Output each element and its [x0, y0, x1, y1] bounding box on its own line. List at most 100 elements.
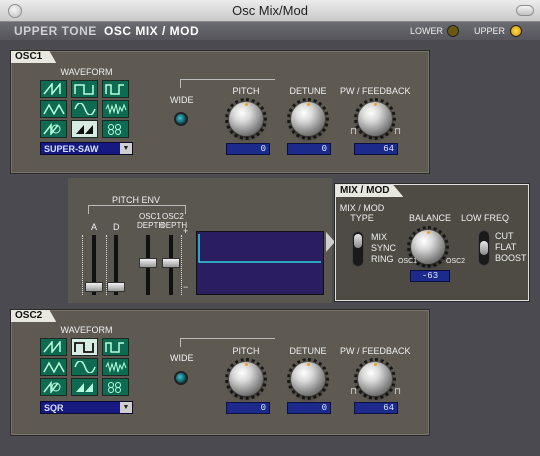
pulse-narrow-icon: ⊓: [350, 387, 358, 397]
osc2-wave-pcm[interactable]: [102, 378, 129, 396]
lowfreq-label: LOW FREQ: [460, 213, 509, 223]
plus-label: +: [183, 226, 189, 236]
osc2-pitch-knob[interactable]: [229, 362, 263, 396]
osc2-pw-label: PW / FEEDBACK: [340, 346, 411, 356]
type-sync: SYNC: [371, 243, 397, 253]
osc2-detune-label: DETUNE: [289, 346, 327, 356]
osc1-wide-label: WIDE: [170, 95, 194, 105]
osc2-pw-knob[interactable]: [358, 362, 392, 396]
osc2-waveform-value: SQR: [44, 403, 64, 413]
osc1-waveform-grid: [40, 80, 131, 138]
osc2-pitch-label: PITCH: [232, 346, 260, 356]
osc1-pw-value: 64: [354, 143, 398, 155]
osc2-wide-led[interactable]: [174, 371, 188, 385]
feedback-osc-icon: [43, 381, 61, 393]
osc1-pitch-knob[interactable]: [229, 102, 263, 136]
upper-select-led[interactable]: [510, 25, 522, 37]
lower-select-led[interactable]: [447, 25, 459, 37]
a-fader[interactable]: [85, 282, 103, 292]
mixmod-tab: MIX / MOD: [336, 185, 404, 197]
saw-wave-icon: [43, 83, 61, 95]
osc2-wave-feedback[interactable]: [40, 378, 67, 396]
osc2-detune-knob[interactable]: [291, 362, 325, 396]
pulse-wide-icon: ⊓: [394, 387, 402, 397]
osc1-wide-led[interactable]: [174, 112, 188, 126]
pulse-wave-icon: [105, 342, 124, 353]
osc2-wave-pulse[interactable]: [102, 338, 129, 356]
lowfreq-switch[interactable]: [478, 230, 490, 266]
mixmod-type-label-1: MIX / MOD: [339, 203, 385, 213]
tone-label: UPPER TONE: [14, 24, 97, 38]
osc2-detune-value: 0: [287, 402, 331, 414]
osc1-wave-saw[interactable]: [40, 80, 67, 98]
noise-wave-icon: [105, 103, 127, 115]
osc2-tab: OSC2: [11, 310, 57, 322]
balance-value: -63: [410, 270, 450, 282]
balance-max-label: OSC2: [446, 258, 466, 265]
osc2-waveform-grid: [40, 338, 131, 396]
upper-label: UPPER: [474, 26, 506, 36]
osc1-wave-pcm[interactable]: [102, 120, 129, 138]
osc1-pitch-label: PITCH: [232, 86, 260, 96]
chevron-down-icon: ▼: [120, 402, 132, 413]
sine-wave-icon: [74, 103, 96, 115]
osc2-wave-sine[interactable]: [71, 358, 98, 376]
depth-scale: [181, 235, 183, 295]
osc1-depth-label-a: OSC1: [139, 212, 161, 221]
pitch-env-display: [196, 231, 324, 295]
osc2-wave-square[interactable]: [71, 338, 98, 356]
pitch-env-d-label: D: [113, 222, 120, 232]
osc2-wave-saw[interactable]: [40, 338, 67, 356]
lowfreq-boost: BOOST: [495, 253, 527, 263]
osc2-depth-fader[interactable]: [162, 258, 180, 268]
lowfreq-cut: CUT: [495, 231, 514, 241]
a-scale: [82, 235, 84, 295]
window-title: Osc Mix/Mod: [232, 3, 308, 18]
pcm-icon: [108, 124, 121, 135]
osc1-pitch-value: 0: [226, 143, 270, 155]
triangle-wave-icon: [43, 361, 65, 373]
osc1-wave-sine[interactable]: [71, 100, 98, 118]
osc2-wave-noise[interactable]: [102, 358, 129, 376]
osc2-pw-value: 64: [354, 402, 398, 414]
osc1-waveform-dropdown[interactable]: SUPER-SAW ▼: [40, 142, 133, 155]
balance-min-label: OSC1: [398, 258, 418, 265]
osc1-wave-square[interactable]: [71, 80, 98, 98]
osc2-wave-triangle[interactable]: [40, 358, 67, 376]
osc1-wave-super-saw[interactable]: [71, 120, 98, 138]
square-wave-icon: [74, 342, 94, 353]
osc1-pw-label: PW / FEEDBACK: [340, 86, 411, 96]
balance-label: BALANCE: [408, 213, 452, 223]
osc1-pw-knob[interactable]: [358, 102, 392, 136]
pcm-icon: [108, 382, 121, 393]
lowfreq-flat: FLAT: [495, 242, 517, 252]
type-mix: MIX: [371, 232, 388, 242]
d-fader[interactable]: [107, 282, 125, 292]
osc1-tab: OSC1: [11, 51, 57, 63]
osc2-pitch-value: 0: [226, 402, 270, 414]
osc1-wave-pulse[interactable]: [102, 80, 129, 98]
square-wave-icon: [74, 84, 94, 95]
osc1-wave-feedback[interactable]: [40, 120, 67, 138]
osc1-depth-fader[interactable]: [139, 258, 157, 268]
osc1-wave-noise[interactable]: [102, 100, 129, 118]
page-title: OSC MIX / MOD: [104, 24, 200, 38]
type-ring: RING: [371, 254, 394, 264]
noise-wave-icon: [105, 361, 127, 373]
mixmod-type-switch[interactable]: [352, 231, 364, 267]
pulse-wave-icon: [105, 84, 124, 95]
osc1-detune-knob[interactable]: [291, 102, 325, 136]
super-saw-icon: [76, 383, 93, 392]
osc1-wave-triangle[interactable]: [40, 100, 67, 118]
pulse-narrow-icon: ⊓: [350, 127, 358, 137]
toolbar-toggle-button[interactable]: [516, 5, 534, 16]
pulse-wide-icon: ⊓: [394, 127, 402, 137]
osc2-depth-label-a: OSC2: [162, 212, 184, 221]
feedback-osc-icon: [43, 123, 61, 135]
chevron-down-icon: ▼: [120, 143, 132, 154]
minus-label: −: [183, 282, 189, 292]
osc2-waveform-dropdown[interactable]: SQR ▼: [40, 401, 133, 414]
pitch-env-a-label: A: [91, 222, 98, 232]
osc2-wave-super-saw[interactable]: [71, 378, 98, 396]
osc1-detune-label: DETUNE: [289, 86, 327, 96]
